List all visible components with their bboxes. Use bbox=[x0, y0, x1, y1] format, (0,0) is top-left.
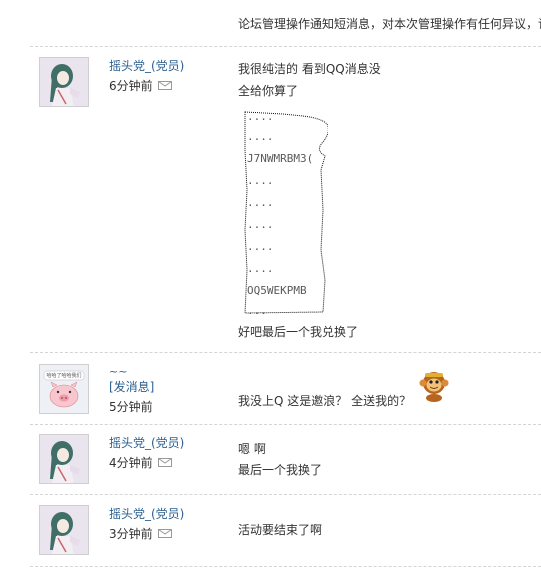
anime-girl-avatar-image bbox=[40, 58, 88, 106]
envelope-icon[interactable] bbox=[158, 81, 172, 90]
username-link[interactable]: 摇头党_(党员) bbox=[109, 434, 184, 451]
anime-girl-avatar-image bbox=[40, 506, 88, 554]
anime-girl-avatar-image bbox=[40, 435, 88, 483]
username-link[interactable]: ~~ bbox=[109, 365, 127, 378]
moderation-notice-text: 论坛管理操作通知短消息，对本次管理操作有任何异议，请 bbox=[238, 17, 541, 31]
post-divider bbox=[30, 46, 541, 47]
post-text-line: 嗯 啊 bbox=[238, 442, 266, 456]
post-text-line: 全给你算了 bbox=[238, 84, 299, 98]
monkey-emoticon-icon bbox=[419, 372, 449, 402]
post-divider bbox=[30, 424, 541, 425]
code-line: .... bbox=[247, 174, 274, 187]
avatar[interactable]: 哈哈了哈哈我们 bbox=[39, 364, 89, 414]
code-line: .... bbox=[247, 218, 274, 231]
username-link[interactable]: 摇头党_(党员) bbox=[109, 57, 184, 74]
code-line: OQ5WEKPMB bbox=[247, 284, 307, 297]
post-divider bbox=[30, 352, 541, 353]
envelope-icon[interactable] bbox=[158, 458, 172, 467]
avatar-caption: 哈哈了哈哈我们 bbox=[46, 373, 82, 379]
post-time: 4分钟前 bbox=[109, 456, 153, 470]
post-time: 6分钟前 bbox=[109, 79, 153, 93]
avatar[interactable] bbox=[39, 505, 89, 555]
post-text-line: 活动要结束了啊 bbox=[238, 523, 323, 537]
username-link[interactable]: 摇头党_(党员) bbox=[109, 505, 184, 522]
code-line: .... bbox=[247, 240, 274, 253]
code-line: .... bbox=[247, 130, 274, 143]
post-time: 3分钟前 bbox=[109, 527, 153, 541]
code-line: ... bbox=[247, 304, 267, 315]
post-divider bbox=[30, 566, 541, 567]
avatar[interactable] bbox=[39, 57, 89, 107]
post-divider bbox=[30, 494, 541, 495]
post-text-line: 我很纯洁的 看到QQ消息没 bbox=[238, 62, 381, 76]
post-text-line: 最后一个我换了 bbox=[238, 463, 323, 477]
avatar[interactable] bbox=[39, 434, 89, 484]
code-line: .... bbox=[247, 196, 274, 209]
post-text-line: 好吧最后一个我兑换了 bbox=[238, 325, 359, 339]
post-time: 5分钟前 bbox=[109, 400, 153, 414]
redacted-code-list: .... .... J7NWMRBM3( .... .... .... ....… bbox=[243, 110, 328, 315]
post-text-line: 我没上Q 这是邀浪？ 全送我的？ bbox=[238, 394, 412, 408]
envelope-icon[interactable] bbox=[158, 529, 172, 538]
code-line: .... bbox=[247, 110, 274, 123]
code-line: J7NWMRBM3( bbox=[247, 152, 314, 165]
code-line: .... bbox=[247, 262, 274, 275]
send-message-link[interactable]: [发消息] bbox=[109, 378, 154, 395]
